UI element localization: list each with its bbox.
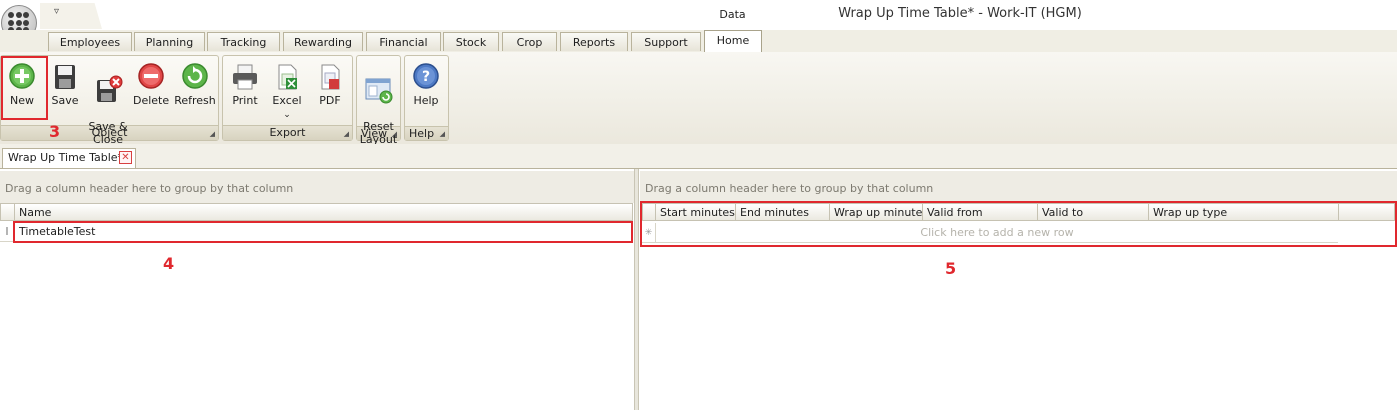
document-tab-label: Wrap Up Time Table*: [8, 151, 124, 164]
document-tab-strip: [0, 144, 1397, 169]
group-launcher-icon[interactable]: ◢: [210, 130, 215, 138]
right-group-by-area[interactable]: Drag a column header here to group by th…: [640, 171, 1397, 203]
tab-tracking[interactable]: Tracking: [207, 32, 280, 51]
tab-home[interactable]: Home: [704, 30, 762, 52]
refresh-button-label: Refresh: [174, 94, 216, 107]
help-button[interactable]: ? Help: [408, 62, 444, 107]
tab-financial[interactable]: Financial: [366, 32, 441, 51]
refresh-circle-icon: [182, 63, 208, 89]
reset-layout-icon: [365, 78, 392, 104]
excel-icon: [278, 64, 297, 90]
new-button-highlight: [1, 56, 48, 120]
save-button[interactable]: Save: [48, 62, 82, 107]
delete-circle-icon: [138, 63, 164, 89]
printer-icon: [233, 64, 257, 90]
floppy-icon: [55, 65, 75, 89]
context-tab-data: Data: [719, 8, 746, 21]
excel-button[interactable]: Excel ⌄: [269, 62, 305, 120]
excel-dropdown-icon[interactable]: ⌄: [283, 110, 291, 120]
title-bar: [0, 0, 1397, 32]
quick-access-dropdown-icon[interactable]: ▿: [54, 6, 59, 17]
refresh-button[interactable]: Refresh: [174, 62, 216, 107]
delete-button[interactable]: Delete: [133, 62, 169, 107]
left-grid-indicator-header: [0, 203, 15, 221]
floppy-close-icon: [97, 75, 123, 102]
annotation-4: 4: [163, 254, 175, 273]
print-button[interactable]: Print: [228, 62, 262, 107]
reset-layout-button[interactable]: Reset Layout: [358, 62, 399, 146]
ribbon-group-label: Export: [223, 125, 352, 140]
save-button-label: Save: [51, 94, 79, 107]
pdf-button[interactable]: PDF: [313, 62, 347, 107]
window-title: Wrap Up Time Table* - Work-IT (HGM): [838, 6, 1082, 21]
group-launcher-icon[interactable]: ◢: [344, 130, 349, 138]
annotation-3: 3: [49, 122, 61, 141]
help-button-label: Help: [413, 94, 439, 107]
tab-reports[interactable]: Reports: [560, 32, 628, 51]
tab-stock[interactable]: Stock: [443, 32, 499, 51]
delete-button-label: Delete: [133, 94, 170, 107]
tab-crop[interactable]: Crop: [502, 32, 557, 51]
quick-access-toolbar: [40, 3, 102, 29]
save-close-button-label: Save & Close: [88, 120, 128, 146]
tab-rewarding[interactable]: Rewarding: [283, 32, 363, 51]
pdf-button-label: PDF: [319, 94, 341, 107]
group-launcher-icon[interactable]: ◢: [440, 130, 445, 138]
tab-employees[interactable]: Employees: [48, 32, 132, 51]
pdf-icon: [321, 64, 340, 90]
tab-planning[interactable]: Planning: [134, 32, 205, 51]
print-button-label: Print: [232, 94, 258, 107]
svg-text:?: ?: [422, 69, 430, 85]
column-header-name[interactable]: Name: [14, 203, 633, 221]
save-close-button[interactable]: Save & Close: [86, 62, 130, 146]
reset-layout-button-label: Reset Layout: [359, 120, 398, 146]
right-grid-highlight: [640, 201, 1397, 247]
name-cell-highlight: [13, 221, 633, 243]
annotation-5: 5: [945, 259, 957, 278]
left-group-by-area[interactable]: Drag a column header here to group by th…: [0, 171, 634, 203]
excel-button-label: Excel: [272, 94, 302, 107]
tab-support[interactable]: Support: [631, 32, 701, 51]
close-icon[interactable]: ✕: [119, 151, 132, 164]
help-icon: ?: [413, 63, 439, 89]
